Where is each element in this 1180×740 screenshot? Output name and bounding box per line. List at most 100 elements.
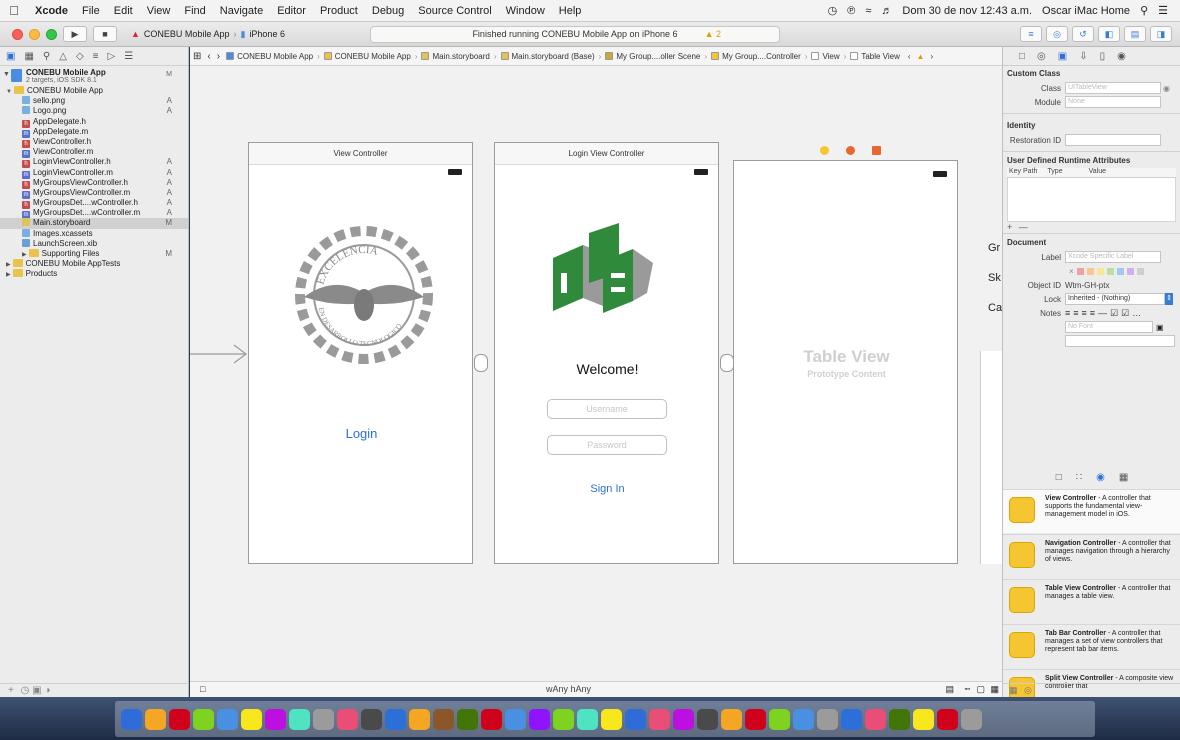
folder-icon[interactable]: ▣ <box>6 51 15 62</box>
file-row[interactable]: ▶ CONEBU Mobile AppTests <box>0 259 188 269</box>
dock-app-icon[interactable] <box>169 708 190 730</box>
size-inspector-icon[interactable]: ▯ <box>1100 51 1106 62</box>
related-items-icon[interactable]: ⊞ <box>190 51 204 62</box>
grid-view-icon[interactable]: ▦ <box>1009 685 1018 695</box>
version-editor-icon[interactable]: ↺ <box>1072 26 1094 42</box>
file-row[interactable]: Main.storyboard M <box>0 218 188 229</box>
report-icon[interactable]: ☰ <box>124 51 133 62</box>
dock-app-icon[interactable] <box>241 708 262 730</box>
dock-app-icon[interactable] <box>337 708 358 730</box>
menu-debug[interactable]: Debug <box>365 5 411 17</box>
disclosure-triangle-icon[interactable]: ▼ <box>3 71 10 78</box>
size-class-control[interactable]: wAny hAny <box>546 682 591 697</box>
back-icon[interactable]: ‹ <box>204 51 213 62</box>
dock-app-icon[interactable] <box>817 708 838 730</box>
dock-app-icon[interactable] <box>553 708 574 730</box>
dock-app-icon[interactable] <box>361 708 382 730</box>
time-machine-icon[interactable]: ◷ <box>828 4 838 17</box>
exit-dock-icon[interactable] <box>872 146 881 155</box>
user-name[interactable]: Oscar iMac Home <box>1042 5 1130 17</box>
test-icon[interactable]: ◇ <box>76 51 84 62</box>
login-view-controller-scene[interactable]: Login View Controller Welcome! Username … <box>494 142 719 564</box>
indent-icon[interactable]: — <box>1098 308 1107 319</box>
menu-navigate[interactable]: Navigate <box>213 5 270 17</box>
project-root-row[interactable]: ▼ CONEBU Mobile App 2 targets, iOS SDK 8… <box>0 66 188 86</box>
identity-inspector-icon[interactable]: ▣ <box>1058 51 1067 62</box>
breakpoint-icon[interactable]: ▷ <box>107 51 115 62</box>
bluetooth-icon[interactable]: ℗ <box>847 5 855 17</box>
notes-text-area[interactable] <box>1065 335 1175 347</box>
file-row[interactable]: m MyGroupsViewController.m A <box>0 188 188 199</box>
dock-app-icon[interactable] <box>457 708 478 730</box>
menu-product[interactable]: Product <box>313 5 365 17</box>
dock-app-icon[interactable] <box>745 708 766 730</box>
menu-source-control[interactable]: Source Control <box>411 5 498 17</box>
dock-app-icon[interactable] <box>961 708 982 730</box>
library-item[interactable]: View Controller - A controller that supp… <box>1003 489 1180 533</box>
lock-select[interactable]: Inherited - (Nothing) <box>1065 293 1165 305</box>
file-row[interactable]: h MyGroupsViewController.h A <box>0 178 188 189</box>
file-row[interactable]: LaunchScreen.xib <box>0 238 188 249</box>
justify-icon[interactable]: ≡ <box>1090 308 1095 319</box>
filter-icon[interactable]: ▣ <box>32 685 41 696</box>
color-swatch-yellow[interactable] <box>1096 267 1104 275</box>
utilities-toggle-icon[interactable]: ◨ <box>1150 26 1172 42</box>
stop-button[interactable]: ■ <box>93 26 117 42</box>
library-item[interactable]: Table View Controller - A controller tha… <box>1003 579 1180 623</box>
dock-app-icon[interactable] <box>649 708 670 730</box>
dock-app-icon[interactable] <box>889 708 910 730</box>
file-row[interactable]: h LoginViewController.h A <box>0 157 188 169</box>
sign-in-button[interactable]: Sign In <box>495 483 720 495</box>
issue-forward-icon[interactable]: › <box>927 52 936 61</box>
dock-app-icon[interactable] <box>697 708 718 730</box>
file-row[interactable]: ▶ Products <box>0 269 188 279</box>
menu-window[interactable]: Window <box>499 5 552 17</box>
dock-app-icon[interactable] <box>913 708 934 730</box>
dock-app-icon[interactable] <box>385 708 406 730</box>
doc-label-field[interactable]: Xcode Specific Label <box>1065 251 1161 263</box>
remove-attribute-icon[interactable]: — <box>1019 222 1028 232</box>
dock-app-icon[interactable] <box>481 708 502 730</box>
scm-filter-icon[interactable]: ◑ <box>44 685 50 696</box>
notification-center-icon[interactable]: ☰ <box>1158 4 1168 17</box>
breadcrumb-item[interactable]: My Group....oller Scene <box>602 52 703 61</box>
breadcrumb-item[interactable]: Main.storyboard <box>418 52 492 61</box>
storyboard-canvas[interactable]: View Controller EXCELENCIA EN DESARROLLO… <box>190 66 1002 697</box>
connections-inspector-icon[interactable]: ◉ <box>1117 51 1126 62</box>
warning-indicator[interactable]: ▲ 2 <box>705 27 721 42</box>
object-library-icon[interactable]: ◉ <box>1096 472 1105 488</box>
segue-icon-2[interactable] <box>720 354 734 372</box>
file-row[interactable]: Logo.png A <box>0 106 188 116</box>
library-item[interactable]: Navigation Controller - A controller tha… <box>1003 534 1180 578</box>
first-responder-dock-icon[interactable] <box>846 146 855 155</box>
dock-app-icon[interactable] <box>793 708 814 730</box>
dock-app-icon[interactable] <box>121 708 142 730</box>
notes-font-field[interactable]: No Font <box>1065 321 1153 333</box>
class-field[interactable]: UITableView <box>1065 82 1161 94</box>
file-row[interactable]: m ViewController.m <box>0 147 188 159</box>
assistant-editor-icon[interactable]: ◎ <box>1046 26 1068 42</box>
align-center-icon[interactable]: ≡ <box>1073 308 1078 319</box>
color-swatch-gray[interactable] <box>1136 267 1144 275</box>
dock-app-icon[interactable] <box>577 708 598 730</box>
dock-app-icon[interactable] <box>601 708 622 730</box>
file-row[interactable]: h AppDelegate.h <box>0 117 188 128</box>
view-controller-scene[interactable]: View Controller EXCELENCIA EN DESARROLLO… <box>248 142 473 564</box>
file-row[interactable]: h ViewController.h <box>0 137 188 148</box>
dock-app-icon[interactable] <box>865 708 886 730</box>
warning-icon[interactable]: ▲ <box>914 52 928 61</box>
table-view-placeholder[interactable]: Table View Prototype Content <box>734 161 959 565</box>
pin-icon[interactable]: ┉ <box>965 682 970 697</box>
volume-icon[interactable]: ♬ <box>881 5 892 17</box>
breadcrumb-item[interactable]: View <box>808 52 842 61</box>
color-swatch-blue[interactable] <box>1116 267 1124 275</box>
segue-icon[interactable] <box>474 354 488 372</box>
menu-app-name[interactable]: Xcode <box>28 5 75 17</box>
login-link[interactable]: Login <box>249 426 474 441</box>
align-left-icon[interactable]: ≡ <box>1065 308 1070 319</box>
dock-app-icon[interactable] <box>673 708 694 730</box>
breadcrumb-item[interactable]: Table View <box>847 52 903 61</box>
document-outline-toggle-icon[interactable]: □ <box>200 682 205 697</box>
disclosure-triangle-icon[interactable]: ▶ <box>6 272 11 278</box>
disclosure-triangle-icon[interactable]: ▶ <box>22 252 27 258</box>
